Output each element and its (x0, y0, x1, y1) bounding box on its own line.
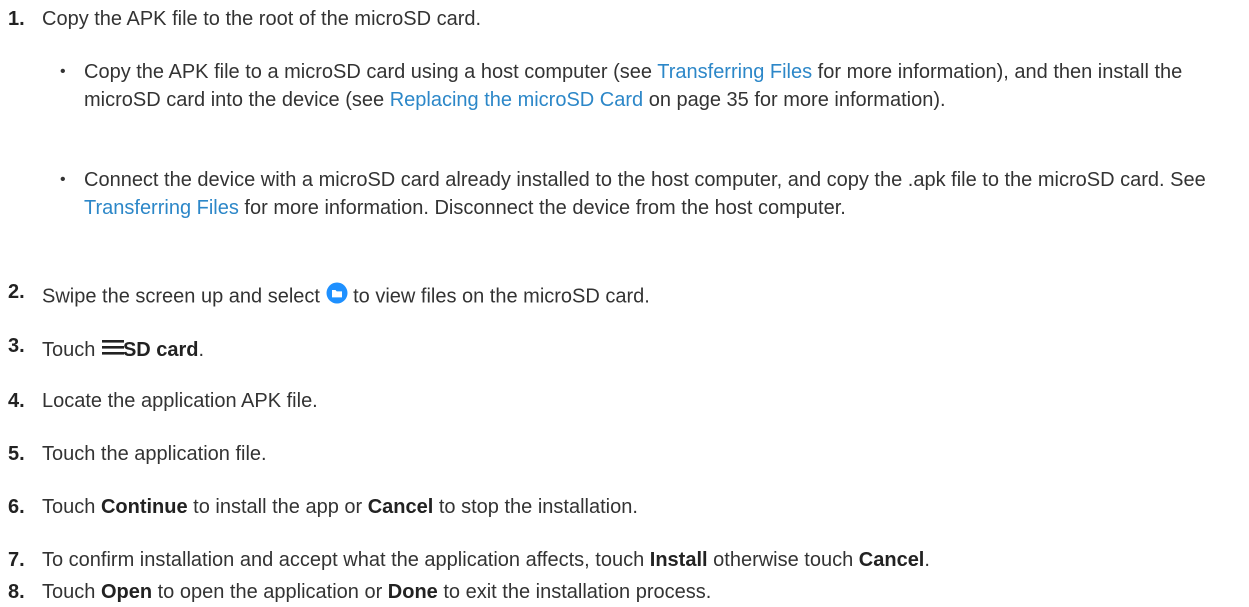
link-transferring-files[interactable]: Transferring Files (84, 197, 239, 219)
step-text: To confirm installation and accept what … (42, 549, 645, 571)
step-7: 7. To confirm installation and accept wha… (8, 546, 1241, 574)
step-number: 8. (8, 581, 25, 603)
step-text: to view files on the microSD card. (353, 285, 650, 308)
menu-icon (101, 337, 125, 365)
step-text: Touch the application file. (42, 443, 267, 465)
step-text: to exit the installation process. (443, 581, 712, 603)
step-number: 7. (8, 549, 25, 571)
step-text: Touch (42, 496, 96, 518)
step-3: 3. Touch SD card. (8, 335, 1241, 365)
step-text: Locate the application APK file. (42, 390, 318, 412)
step-text: Copy the APK file to the root of the mic… (42, 8, 482, 30)
done-label: Done (387, 581, 438, 603)
procedure-page: 1. Copy the APK file to the root of the m… (0, 0, 1249, 607)
step-2: 2. Swipe the screen up and select to view… (8, 281, 1241, 312)
step-number: 1. (8, 8, 25, 30)
step-text: Touch (42, 581, 96, 603)
step-text: Swipe the screen up and select (42, 285, 320, 308)
step-number: 5. (8, 443, 25, 465)
bullet-text: Connect the device with a microSD card a… (84, 166, 1243, 222)
continue-label: Continue (100, 496, 188, 518)
step-6: 6. Touch Continue to install the app or C… (8, 493, 1241, 521)
step-number: 4. (8, 390, 25, 412)
link-transferring-files[interactable]: Transferring Files (657, 61, 812, 83)
bullet-item-1: • Copy the APK file to a microSD card us… (60, 58, 1243, 114)
link-replacing-microsd-card[interactable]: Replacing the microSD Card (390, 89, 643, 111)
step-4: 4. Locate the application APK file. (8, 387, 1241, 415)
bullet-text-part: Copy the APK file to a microSD card usin… (84, 61, 653, 83)
bullet-item-2: • Connect the device with a microSD card… (60, 166, 1243, 222)
bullet-text-part: on page 35 for more information). (648, 89, 946, 111)
bullet-text: Copy the APK file to a microSD card usin… (84, 58, 1243, 114)
step-text: Touch (42, 339, 96, 361)
step-text: otherwise touch (713, 549, 854, 571)
cancel-label: Cancel (858, 549, 925, 571)
step-number: 2. (8, 281, 25, 304)
step-8: 8. Touch Open to open the application or … (8, 578, 1241, 606)
step-text: . (924, 549, 930, 571)
install-label: Install (649, 549, 708, 571)
open-label: Open (100, 581, 153, 603)
cancel-label: Cancel (367, 496, 434, 518)
bullet-text-part: for more information. Disconnect the dev… (244, 197, 846, 219)
step-text: to stop the installation. (438, 496, 638, 518)
step-text: . (198, 339, 205, 361)
step-number: 6. (8, 496, 25, 518)
step-text: to open the application or (157, 581, 383, 603)
step-1: 1. Copy the APK file to the root of the m… (8, 5, 1241, 33)
step-5: 5. Touch the application file. (8, 440, 1241, 468)
bullet-dot: • (60, 171, 66, 188)
sd-card-label: SD card (122, 339, 199, 361)
step-text: to install the app or (193, 496, 363, 518)
files-folder-icon (326, 282, 348, 312)
step-number: 3. (8, 335, 25, 357)
bullet-dot: • (60, 63, 66, 80)
bullet-text-part: Connect the device with a microSD card a… (84, 169, 1206, 191)
